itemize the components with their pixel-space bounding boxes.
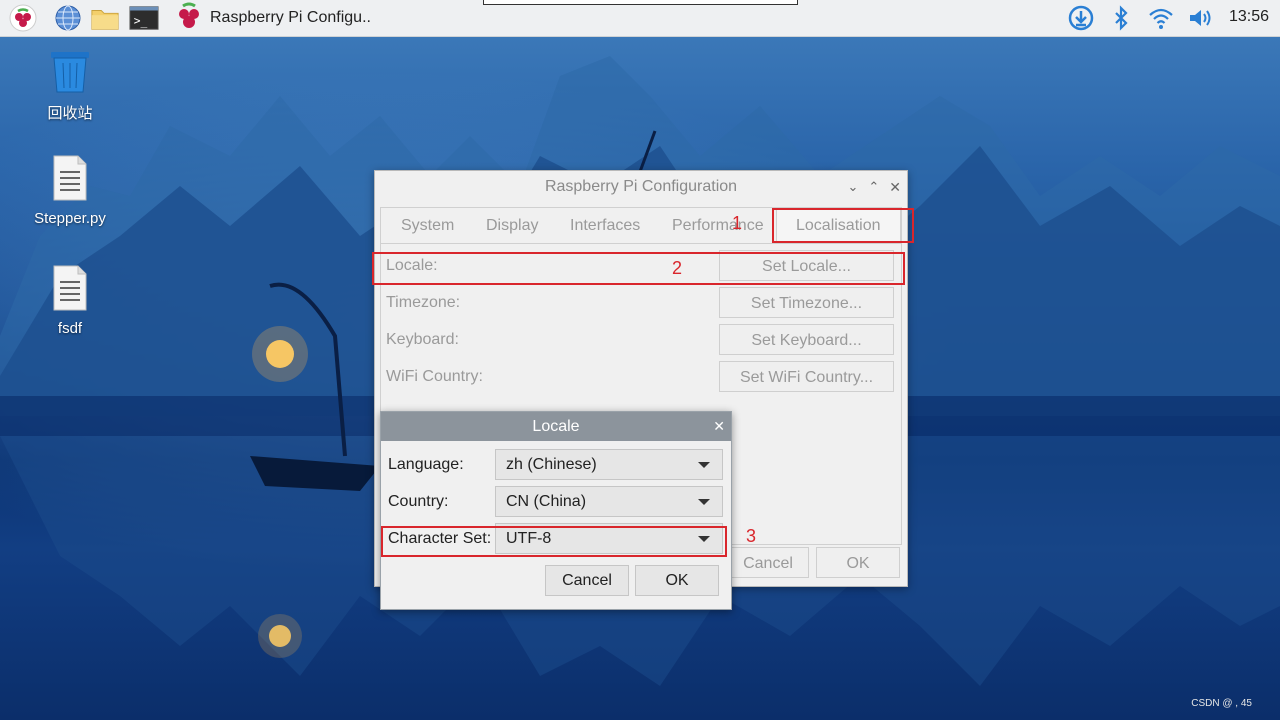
raspberry-icon [176,2,202,35]
taskbar-task-config[interactable]: Raspberry Pi Configu.. [176,2,371,35]
desktop-icon-stepper[interactable]: Stepper.py [20,154,120,227]
country-select[interactable]: CN (China) [495,486,723,517]
tab-system[interactable]: System [401,208,454,244]
wifi-icon[interactable] [1146,3,1176,33]
locale-dialog: Locale ✕ Language: zh (Chinese) Country:… [380,411,732,610]
chevron-down-icon [698,462,710,468]
dialog-cancel-button[interactable]: Cancel [545,565,629,596]
watermark: CSDN @ , 45 [1191,698,1252,709]
chevron-down-icon [698,499,710,505]
file-icon [52,265,88,316]
download-icon[interactable] [1066,3,1096,33]
trash-icon [47,52,93,98]
taskbar-task-label: Raspberry Pi Configu.. [210,9,371,26]
dialog-titlebar[interactable]: Locale ✕ [381,412,731,441]
annotation-box-3 [381,526,727,557]
language-select[interactable]: zh (Chinese) [495,449,723,480]
set-timezone-button[interactable]: Set Timezone... [719,287,894,318]
tab-interfaces[interactable]: Interfaces [570,208,640,244]
taskbar-task-placeholder[interactable] [483,0,798,5]
clock[interactable]: 13:56 [1229,8,1269,26]
desktop-icon-label: 回收站 [47,105,93,122]
cancel-button[interactable]: Cancel [727,547,809,578]
window-title: Raspberry Pi Configuration [544,178,738,195]
globe-icon[interactable] [53,3,83,33]
annotation-box-2 [372,252,905,285]
dialog-ok-button[interactable]: OK [635,565,719,596]
desktop-icon-label: fsdf [57,320,83,337]
annotation-number-2: 2 [672,258,683,278]
close-icon[interactable]: ✕ [889,171,901,203]
ok-button[interactable]: OK [816,547,900,578]
annotation-box-1 [772,208,914,243]
desktop-icon-label: Stepper.py [34,210,106,227]
desktop-icon-fsdf[interactable]: fsdf [20,264,120,337]
language-value: zh (Chinese) [506,456,597,473]
country-value: CN (China) [506,493,587,510]
file-icon [52,155,88,206]
set-keyboard-button[interactable]: Set Keyboard... [719,324,894,355]
folder-icon[interactable] [90,3,120,33]
tab-display[interactable]: Display [486,208,538,244]
close-icon[interactable]: ✕ [713,412,725,441]
desktop-icon-trash[interactable]: 回收站 [20,50,120,123]
terminal-icon[interactable]: >_ [129,3,159,33]
volume-icon[interactable] [1185,3,1215,33]
country-label: Country: [388,493,449,510]
maximize-icon[interactable]: ⌃ [868,171,879,203]
tab-performance[interactable]: Performance [672,208,764,244]
keyboard-label: Keyboard: [386,331,459,348]
language-label: Language: [388,456,464,473]
annotation-number-3: 3 [746,526,757,546]
timezone-label: Timezone: [386,294,461,311]
dialog-title: Locale [532,418,580,435]
minimize-icon[interactable]: ⌄ [847,171,858,203]
taskbar: >_ Raspberry Pi Configu.. 13:56 [0,0,1280,37]
annotation-number-1: 1 [732,213,743,233]
window-titlebar[interactable]: Raspberry Pi Configuration ⌄ ⌃ ✕ [375,171,907,203]
bluetooth-icon[interactable] [1106,3,1136,33]
set-wifi-country-button[interactable]: Set WiFi Country... [719,361,894,392]
svg-text:>_: >_ [134,15,148,28]
raspberry-menu-icon[interactable] [8,3,38,33]
wifi-country-label: WiFi Country: [386,368,483,385]
